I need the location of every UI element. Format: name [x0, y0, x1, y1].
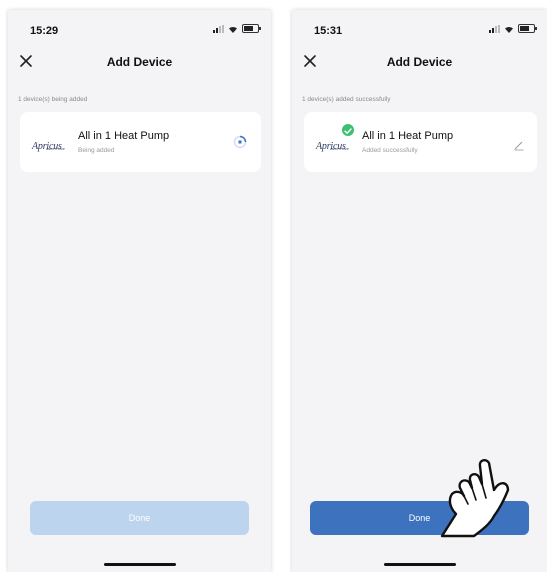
loading-spinner-icon: [233, 135, 247, 149]
home-indicator: [103, 563, 176, 566]
status-icons: [213, 24, 261, 33]
wifi-icon: [228, 25, 238, 33]
adding-status-text: 1 device(s) being added: [18, 96, 88, 103]
check-circle-icon: [342, 124, 354, 136]
phone-screen-added: 15:31 Add Device 1 device(s) added succe…: [292, 10, 547, 572]
pointing-hand-icon: [434, 450, 522, 540]
battery-icon: [518, 24, 537, 33]
device-status: Added successfully: [362, 147, 418, 154]
status-time: 15:29: [30, 25, 59, 37]
nav-bar: Add Device: [8, 50, 271, 72]
wifi-icon: [504, 25, 514, 33]
nav-bar: Add Device: [292, 50, 547, 72]
page-title: Add Device: [106, 55, 173, 69]
done-button-disabled[interactable]: Done: [30, 501, 249, 535]
device-status: Being added: [78, 147, 115, 154]
battery-icon: [242, 24, 261, 33]
apricus-logo: Apricus HEAT PUMP: [32, 141, 66, 152]
status-bar: 15:31: [292, 10, 547, 44]
signal-icon: [213, 24, 224, 33]
device-card[interactable]: Apricus HEAT PUMP All in 1 Heat Pump Add…: [304, 112, 537, 172]
device-card[interactable]: Apricus HEAT PUMP All in 1 Heat Pump Bei…: [20, 112, 261, 172]
added-status-text: 1 device(s) added successfully: [302, 96, 391, 103]
page-title: Add Device: [386, 55, 453, 69]
status-bar: 15:29: [8, 10, 271, 44]
pencil-edit-icon[interactable]: [513, 138, 525, 151]
apricus-logo: Apricus HEAT PUMP: [316, 141, 350, 152]
device-name: All in 1 Heat Pump: [362, 130, 454, 142]
device-name: All in 1 Heat Pump: [78, 130, 170, 142]
phone-screen-adding: 15:29 Add Device 1 device(s) being added…: [8, 10, 271, 572]
home-indicator: [383, 563, 456, 566]
status-icons: [489, 24, 537, 33]
signal-icon: [489, 24, 500, 33]
status-time: 15:31: [314, 25, 343, 37]
